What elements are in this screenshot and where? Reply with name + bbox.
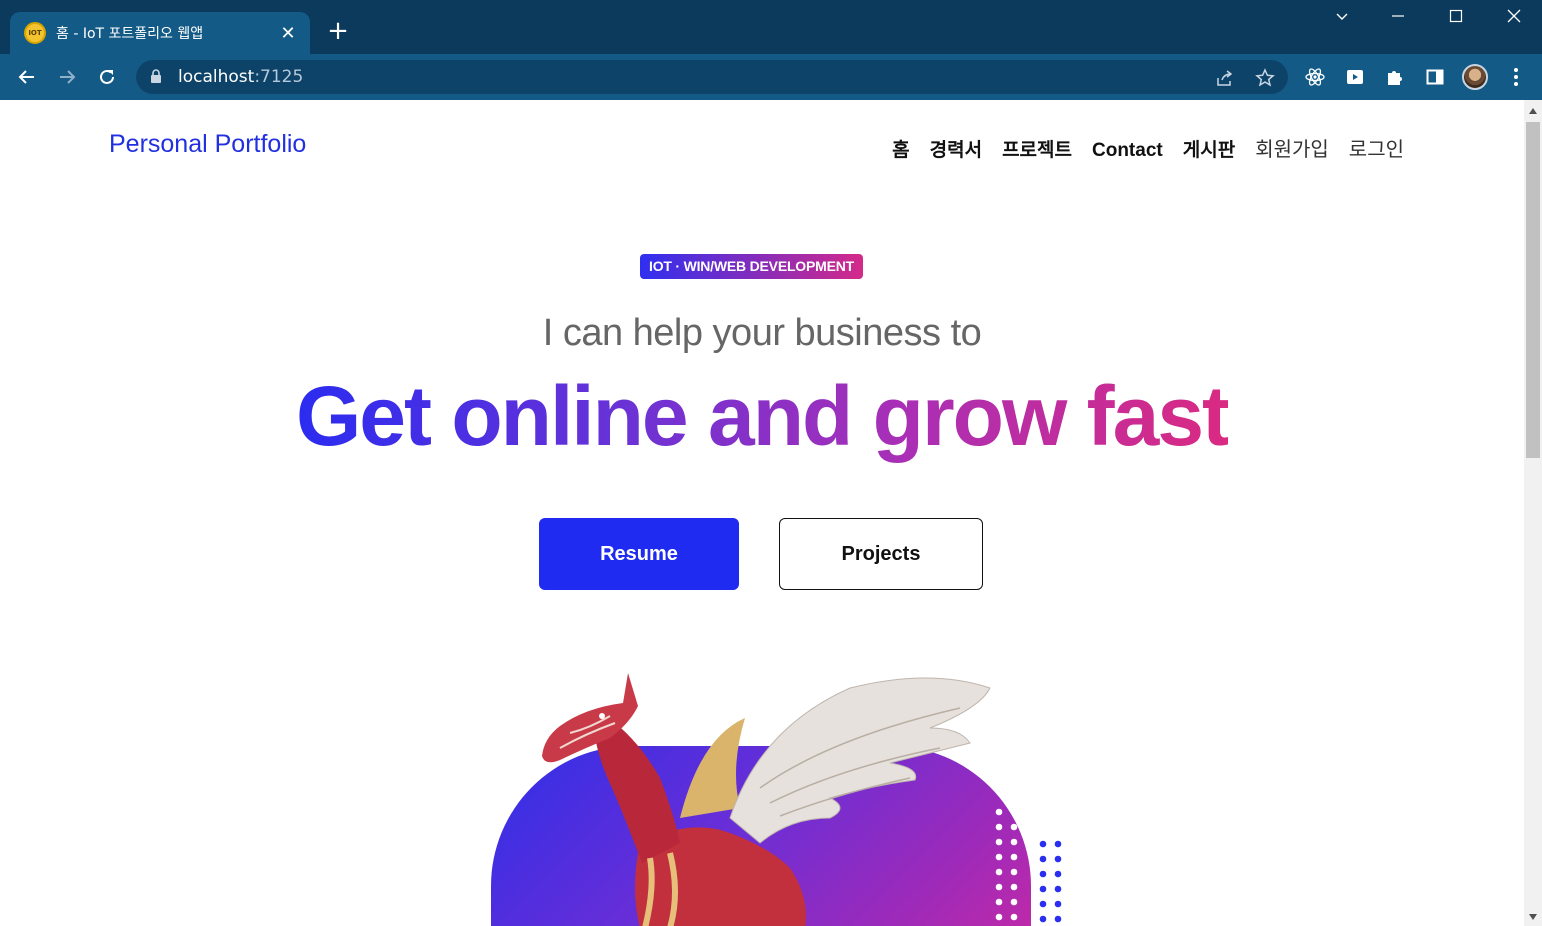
projects-button[interactable]: Projects <box>779 518 983 590</box>
extensions-puzzle-icon[interactable] <box>1384 66 1406 88</box>
forward-icon[interactable] <box>51 61 83 93</box>
new-tab-button[interactable]: + <box>324 18 352 46</box>
hero-headline: Get online and grow fast <box>295 369 1230 463</box>
category-badge: IOT · WIN/WEB DEVELOPMENT <box>640 254 863 279</box>
scroll-down-icon[interactable] <box>1529 914 1537 920</box>
nav-projects[interactable]: 프로젝트 <box>1002 135 1072 162</box>
page-scrollbar[interactable] <box>1524 100 1542 926</box>
scroll-up-icon[interactable] <box>1529 108 1537 114</box>
side-panel-icon[interactable] <box>1424 66 1446 88</box>
media-extension-icon[interactable] <box>1344 66 1366 88</box>
nav-contact[interactable]: Contact <box>1092 140 1163 162</box>
back-icon[interactable] <box>11 61 43 93</box>
profile-avatar[interactable] <box>1462 64 1488 90</box>
share-icon[interactable] <box>1214 67 1236 89</box>
tab-search-icon[interactable] <box>1322 8 1362 32</box>
brand-logo-link[interactable]: Personal Portfolio <box>109 130 306 159</box>
close-window-icon[interactable] <box>1494 8 1534 32</box>
page-viewport: Personal Portfolio 홈 경력서 프로젝트 Contact 게시… <box>0 100 1524 926</box>
browser-tabstrip: IOT 홈 - IoT 포트폴리오 웹앱 ✕ + <box>0 0 1542 54</box>
scroll-thumb[interactable] <box>1526 122 1540 458</box>
pegasus-illustration <box>542 673 991 926</box>
url-text: localhost:7125 <box>178 67 304 87</box>
nav-login[interactable]: 로그인 <box>1349 133 1404 162</box>
close-tab-icon[interactable]: ✕ <box>278 23 298 44</box>
bookmark-star-icon[interactable] <box>1254 67 1276 89</box>
react-devtools-icon[interactable] <box>1304 66 1326 88</box>
hero-subtitle: I can help your business to <box>542 312 982 354</box>
reload-icon[interactable] <box>91 61 123 93</box>
main-nav: 홈 경력서 프로젝트 Contact 게시판 회원가입 로그인 <box>892 133 1404 162</box>
browser-tab[interactable]: IOT 홈 - IoT 포트폴리오 웹앱 ✕ <box>10 12 310 54</box>
browser-menu-icon[interactable] <box>1506 66 1526 88</box>
lock-icon[interactable] <box>150 69 162 88</box>
nav-resume[interactable]: 경력서 <box>930 135 982 162</box>
nav-board[interactable]: 게시판 <box>1183 135 1235 162</box>
tab-title: 홈 - IoT 포트폴리오 웹앱 <box>56 26 204 42</box>
address-bar[interactable]: localhost:7125 <box>136 60 1288 94</box>
minimize-icon[interactable] <box>1378 8 1418 32</box>
nav-signup[interactable]: 회원가입 <box>1255 133 1329 162</box>
resume-button[interactable]: Resume <box>539 518 739 590</box>
browser-toolbar: localhost:7125 <box>0 54 1542 100</box>
favicon-icon: IOT <box>24 22 46 44</box>
maximize-icon[interactable] <box>1436 8 1476 32</box>
nav-home[interactable]: 홈 <box>892 135 909 162</box>
decorative-dots <box>995 808 1062 923</box>
